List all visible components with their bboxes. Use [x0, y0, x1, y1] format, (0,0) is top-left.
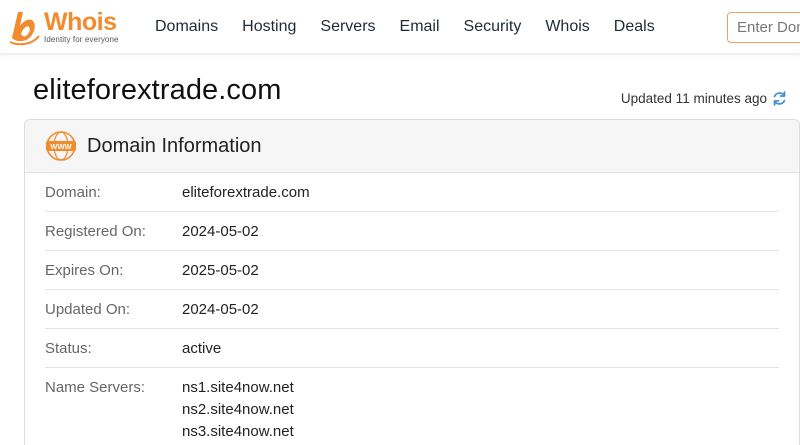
logo-name: Whois [44, 8, 117, 36]
row-value: active [182, 339, 222, 357]
info-row-registered: Registered On: 2024-05-02 [45, 212, 779, 251]
name-server-list: ns1.site4now.net ns2.site4now.net ns3.si… [182, 377, 294, 443]
updated-text: Updated 11 minutes ago [620, 91, 767, 106]
row-value: 2024-05-02 [182, 222, 259, 240]
nav-whois[interactable]: Whois [545, 18, 589, 36]
logo-tagline: Identity for everyone [44, 35, 119, 44]
card-title: Domain Information [87, 134, 262, 157]
info-row-name-servers: Name Servers: ns1.site4now.net ns2.site4… [45, 368, 779, 443]
www-globe-icon: WWW [46, 131, 76, 161]
domain-search-input[interactable] [727, 12, 800, 43]
main-nav: Domains Hosting Servers Email Security W… [155, 0, 679, 54]
info-row-updated: Updated On: 2024-05-02 [45, 290, 779, 329]
svg-text:WWW: WWW [50, 142, 72, 151]
name-server: ns2.site4now.net [182, 401, 294, 418]
row-label: Status: [45, 339, 92, 357]
nav-security[interactable]: Security [464, 18, 522, 36]
info-row-status: Status: active [45, 329, 779, 368]
page-title: eliteforextrade.com [33, 74, 282, 106]
row-value: eliteforextrade.com [182, 183, 310, 201]
row-label: Expires On: [45, 261, 124, 279]
site-header: Whois Identity for everyone Domains Host… [0, 0, 800, 54]
whois-logo-icon [9, 12, 40, 46]
refresh-icon[interactable] [771, 90, 788, 107]
nav-email[interactable]: Email [400, 18, 440, 36]
row-label: Domain: [45, 183, 101, 201]
name-server: ns3.site4now.net [182, 423, 294, 440]
nav-domains[interactable]: Domains [155, 18, 218, 36]
row-label: Updated On: [45, 300, 131, 318]
name-server: ns1.site4now.net [182, 379, 294, 396]
card-header: WWW Domain Information [25, 120, 799, 173]
row-label: Registered On: [45, 222, 146, 240]
info-rows: Domain: eliteforextrade.com Registered O… [25, 173, 799, 443]
domain-information-card: WWW Domain Information Domain: elitefore… [24, 119, 800, 445]
info-row-expires: Expires On: 2025-05-02 [45, 251, 779, 290]
row-value: 2025-05-02 [182, 261, 259, 279]
row-value: 2024-05-02 [182, 300, 259, 318]
nav-servers[interactable]: Servers [320, 18, 375, 36]
info-row-domain: Domain: eliteforextrade.com [45, 173, 779, 212]
nav-deals[interactable]: Deals [614, 18, 655, 36]
updated-status: Updated 11 minutes ago [621, 90, 788, 107]
row-label: Name Servers: [45, 379, 146, 396]
whois-logo[interactable]: Whois Identity for everyone [8, 6, 132, 48]
nav-hosting[interactable]: Hosting [242, 18, 296, 36]
